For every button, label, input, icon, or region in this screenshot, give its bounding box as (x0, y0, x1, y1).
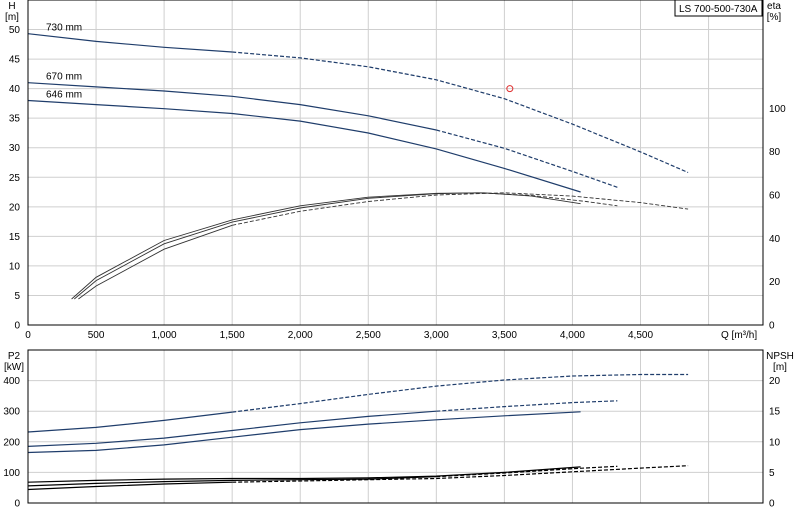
x-tick-label: 500 (88, 330, 105, 341)
upper-left-tick-label: 20 (9, 202, 21, 213)
upper-left-tick-label: 10 (9, 261, 21, 272)
upper-plot-frame (27, 0, 764, 326)
upper-left-axis-label: H (8, 1, 15, 12)
lower-left-tick-label: 0 (14, 499, 20, 510)
upper-series-group: 730 mm 670 mm 646 mm (27, 23, 689, 300)
chart-labels: H[m]eta[%]P2[kW]NPSH[m] (4, 1, 794, 373)
lower-series-line (27, 411, 581, 454)
x-tick-label: 2,000 (288, 330, 313, 341)
x-tick-label: 1,500 (220, 330, 245, 341)
upper-grid (27, 0, 763, 326)
lower-right-tick-label: 5 (769, 468, 775, 479)
x-tick-label: 4,000 (560, 330, 585, 341)
upper-right-tick-label: 40 (769, 234, 781, 245)
lower-right-axis-label: [m] (773, 362, 787, 373)
lower-left-tick-label: 100 (3, 468, 20, 479)
lower-left-axis-label: P2 (8, 351, 21, 362)
upper-series-line-dashed (436, 129, 618, 188)
upper-left-tick-label: 15 (9, 232, 21, 243)
series-label: 730 mm (46, 23, 82, 34)
upper-left-tick-label: 25 (9, 173, 21, 184)
upper-right-tick-label: 0 (769, 321, 775, 332)
lower-right-axis-label: NPSH (766, 351, 794, 362)
upper-right-tick-label: 100 (769, 104, 786, 115)
lower-right-tick-label: 10 (769, 437, 781, 448)
upper-left-tick-label: 40 (9, 84, 21, 95)
upper-series-line-dashed (477, 192, 618, 207)
upper-left-tick-label: 5 (14, 291, 20, 302)
pump-curve-chart: 730 mm670 mm646 mm 051015202530354045500… (3, 0, 794, 510)
lower-right-tick-label: 15 (769, 407, 781, 418)
lower-series-line-dashed (436, 400, 618, 412)
upper-right-tick-label: 80 (769, 147, 781, 158)
lower-left-tick-label: 200 (3, 437, 20, 448)
x-tick-label: 3,500 (492, 330, 517, 341)
lower-series-line (27, 411, 233, 433)
upper-right-tick-label: 60 (769, 191, 781, 202)
upper-series-line (74, 192, 478, 300)
upper-axes: 051015202530354045500204060801000 500 1,00… (9, 0, 786, 341)
chart-title: LS 700-500-730A (679, 4, 758, 15)
upper-left-tick-label: 35 (9, 114, 21, 125)
upper-left-tick-label: 45 (9, 55, 21, 66)
x-tick-label: 0 (25, 330, 31, 341)
series-label: 670 mm (46, 72, 82, 83)
lower-right-tick-label: 20 (769, 376, 781, 387)
x-axis-label: Q [m³/h] (721, 330, 757, 341)
upper-left-tick-label: 30 (9, 143, 21, 154)
upper-left-tick-label: 50 (9, 25, 21, 36)
series-label: 646 mm (46, 89, 82, 100)
x-tick-label: 1,000 (152, 330, 177, 341)
lower-left-axis-label: [kW] (4, 362, 24, 373)
x-tick-label: 3,000 (424, 330, 449, 341)
lower-series-line-dashed (436, 465, 618, 478)
lower-left-tick-label: 300 (3, 407, 20, 418)
lower-series-line (27, 481, 233, 491)
upper-left-axis-label: [m] (5, 12, 19, 23)
x-tick-label: 2,500 (356, 330, 381, 341)
upper-left-tick-label: 0 (14, 321, 20, 332)
upper-series-line (27, 33, 233, 53)
upper-right-axis-label: eta (767, 1, 781, 12)
x-tick-label: 4,500 (628, 330, 653, 341)
lower-left-tick-label: 400 (3, 376, 20, 387)
lower-right-tick-label: 0 (769, 499, 775, 510)
upper-right-axis-label: [%] (767, 12, 782, 23)
upper-right-tick-label: 20 (769, 277, 781, 288)
